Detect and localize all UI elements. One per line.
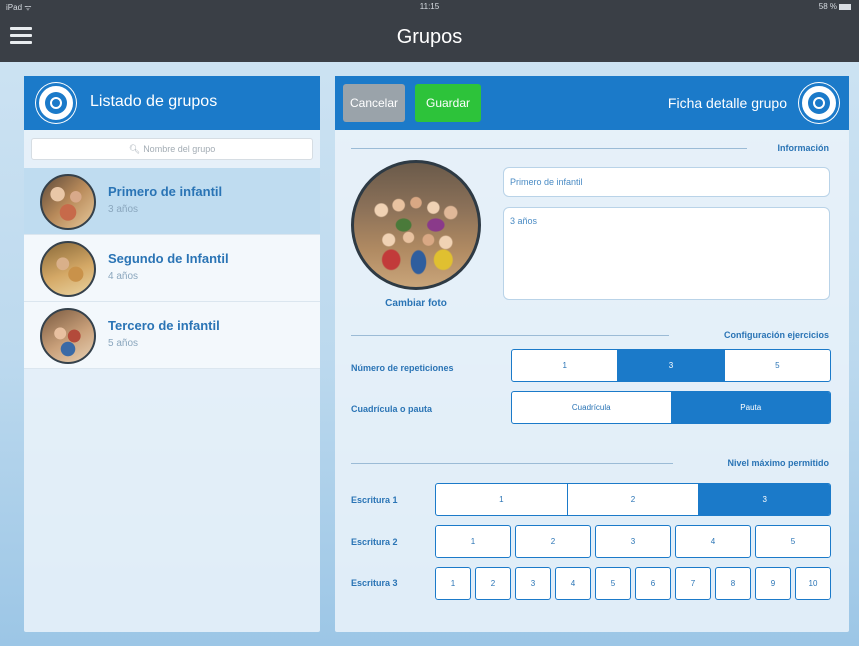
group-photo bbox=[351, 160, 481, 290]
section-divider bbox=[351, 335, 669, 336]
escritura2-option-1[interactable]: 1 bbox=[435, 525, 511, 558]
group-name: Primero de infantil bbox=[108, 184, 223, 199]
navigation-bar: Grupos bbox=[0, 14, 859, 62]
escritura2-option-5[interactable]: 5 bbox=[755, 525, 831, 558]
group-avatar bbox=[40, 308, 96, 364]
escritura1-label: Escritura 1 bbox=[351, 495, 398, 505]
escritura3-option-7[interactable]: 7 bbox=[675, 567, 711, 600]
section-level-label: Nivel máximo permitido bbox=[727, 458, 829, 468]
status-bar: iPad ᯤ 11:15 58 % bbox=[0, 0, 859, 14]
app-logo-icon bbox=[799, 83, 839, 123]
group-list-header: Listado de grupos bbox=[24, 76, 320, 130]
menu-icon[interactable] bbox=[10, 24, 34, 46]
section-divider bbox=[351, 463, 673, 464]
group-list-title: Listado de grupos bbox=[90, 93, 218, 110]
escritura3-option-4[interactable]: 4 bbox=[555, 567, 591, 600]
search-icon: 🔍︎ bbox=[128, 144, 141, 154]
escritura1-option-3[interactable]: 3 bbox=[699, 484, 830, 515]
group-list-panel: Listado de grupos 🔍︎ Nombre del grupo Pri… bbox=[24, 76, 320, 632]
save-button[interactable]: Guardar bbox=[415, 84, 481, 122]
escritura2-option-4[interactable]: 4 bbox=[675, 525, 751, 558]
escritura1-option-2[interactable]: 2 bbox=[568, 484, 700, 515]
repetitions-selector: 1 3 5 bbox=[511, 349, 831, 382]
section-divider bbox=[351, 148, 747, 149]
group-avatar bbox=[40, 241, 96, 297]
repetitions-label: Número de repeticiones bbox=[351, 363, 454, 373]
search-input[interactable]: 🔍︎ Nombre del grupo bbox=[31, 138, 313, 160]
escritura3-option-1[interactable]: 1 bbox=[435, 567, 471, 600]
battery-percent: 58 % bbox=[818, 2, 837, 11]
group-age: 5 años bbox=[108, 338, 139, 349]
change-photo-button[interactable]: Cambiar foto bbox=[351, 298, 481, 309]
battery-icon bbox=[839, 3, 851, 10]
page-title: Grupos bbox=[396, 26, 463, 48]
search-placeholder: Nombre del grupo bbox=[143, 144, 216, 154]
escritura3-option-10[interactable]: 10 bbox=[795, 567, 831, 600]
escritura3-option-9[interactable]: 9 bbox=[755, 567, 791, 600]
escritura1-selector: 1 2 3 bbox=[435, 483, 831, 516]
cancel-button[interactable]: Cancelar bbox=[343, 84, 405, 122]
escritura3-label: Escritura 3 bbox=[351, 578, 398, 588]
grid-mode-selector: Cuadrícula Pauta bbox=[511, 391, 831, 424]
group-item-primero[interactable]: Primero de infantil 3 años bbox=[24, 168, 320, 235]
repetitions-option-1[interactable]: 1 bbox=[512, 350, 619, 381]
group-detail-header: Cancelar Guardar Ficha detalle grupo bbox=[335, 76, 849, 130]
escritura2-option-2[interactable]: 2 bbox=[515, 525, 591, 558]
group-name: Tercero de infantil bbox=[108, 318, 220, 333]
group-item-tercero[interactable]: Tercero de infantil 5 años bbox=[24, 302, 320, 369]
status-time: 11:15 bbox=[419, 2, 440, 11]
group-avatar bbox=[40, 174, 96, 230]
group-detail-panel: Cancelar Guardar Ficha detalle grupo Inf… bbox=[335, 76, 849, 632]
escritura3-option-6[interactable]: 6 bbox=[635, 567, 671, 600]
escritura2-selector: 1 2 3 4 5 bbox=[435, 525, 831, 558]
grid-option-pauta[interactable]: Pauta bbox=[671, 392, 830, 423]
escritura3-option-3[interactable]: 3 bbox=[515, 567, 551, 600]
group-age: 4 años bbox=[108, 271, 139, 282]
escritura3-option-5[interactable]: 5 bbox=[595, 567, 631, 600]
group-name-field[interactable]: Primero de infantil bbox=[503, 167, 830, 197]
group-description-field[interactable]: 3 años bbox=[503, 207, 830, 300]
escritura2-label: Escritura 2 bbox=[351, 537, 398, 547]
repetitions-option-3[interactable]: 3 bbox=[618, 350, 725, 381]
escritura3-selector: 1 2 3 4 5 6 7 8 9 10 bbox=[435, 567, 831, 600]
escritura1-option-1[interactable]: 1 bbox=[436, 484, 568, 515]
group-item-segundo[interactable]: Segundo de Infantil 4 años bbox=[24, 235, 320, 302]
battery-indicator: 58 % bbox=[819, 2, 851, 11]
section-info-label: Información bbox=[777, 143, 829, 153]
escritura2-option-3[interactable]: 3 bbox=[595, 525, 671, 558]
escritura3-option-2[interactable]: 2 bbox=[475, 567, 511, 600]
group-age: 3 años bbox=[108, 204, 139, 215]
group-name: Segundo de Infantil bbox=[108, 251, 229, 266]
repetitions-option-5[interactable]: 5 bbox=[725, 350, 830, 381]
grid-mode-label: Cuadrícula o pauta bbox=[351, 404, 433, 414]
group-list: Primero de infantil 3 años Segundo de In… bbox=[24, 168, 320, 369]
group-detail-title: Ficha detalle grupo bbox=[667, 95, 787, 111]
section-config-label: Configuración ejercicios bbox=[723, 330, 829, 340]
grid-option-cuadricula[interactable]: Cuadrícula bbox=[512, 392, 672, 423]
app-logo-icon bbox=[36, 83, 76, 123]
escritura3-option-8[interactable]: 8 bbox=[715, 567, 751, 600]
